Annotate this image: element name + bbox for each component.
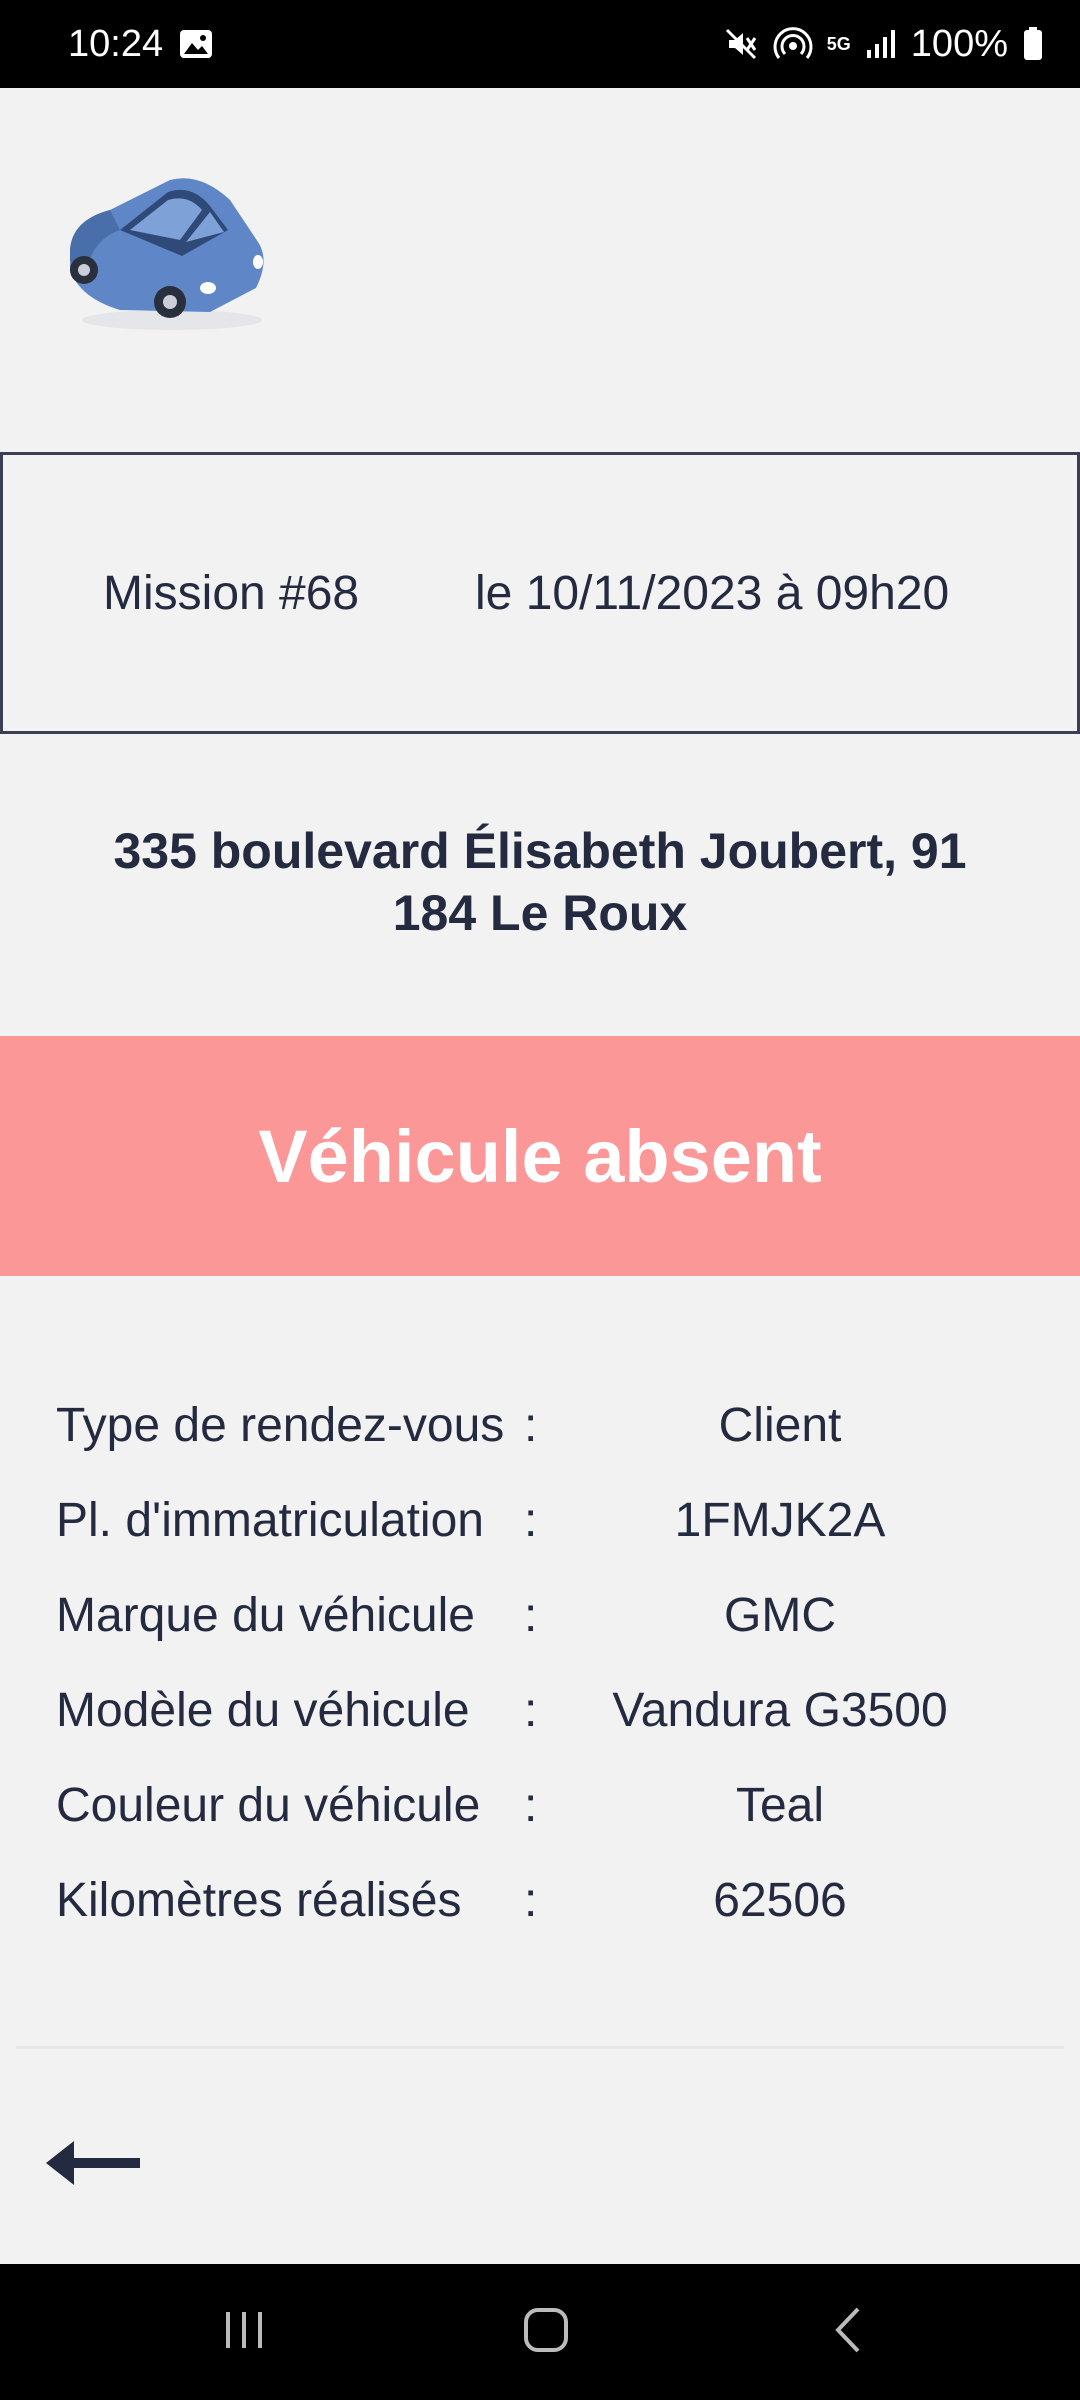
detail-separator: : xyxy=(524,1779,538,1832)
vehicle-status-label: Véhicule absent xyxy=(258,1114,822,1198)
mute-icon xyxy=(723,26,759,62)
footer-divider xyxy=(16,2046,1064,2049)
battery-icon xyxy=(1022,26,1044,62)
detail-separator: : xyxy=(524,1684,538,1737)
recent-apps-button[interactable] xyxy=(204,2302,284,2362)
detail-separator: : xyxy=(524,1874,538,1927)
back-button[interactable] xyxy=(44,2130,154,2200)
battery-percent: 100% xyxy=(910,22,1008,65)
detail-row-appointment-type: Type de rendez-vous : Client xyxy=(0,1378,1080,1473)
detail-separator: : xyxy=(524,1399,538,1452)
detail-value: GMC xyxy=(724,1589,836,1642)
mission-header: Mission #68 le 10/11/2023 à 09h20 xyxy=(0,452,1080,734)
detail-value: Client xyxy=(718,1399,842,1452)
detail-label: Kilomètres réalisés xyxy=(56,1874,462,1927)
hotspot-icon xyxy=(773,26,813,62)
detail-value: 1FMJK2A xyxy=(674,1494,886,1547)
status-left: 10:24 xyxy=(68,23,213,66)
detail-separator: : xyxy=(524,1589,538,1642)
vehicle-status-banner: Véhicule absent xyxy=(0,1036,1080,1276)
detail-row-mileage: Kilomètres réalisés : 62506 xyxy=(0,1853,1080,1948)
detail-row-license-plate: Pl. d'immatriculation : 1FMJK2A xyxy=(0,1473,1080,1568)
system-navigation-bar xyxy=(0,2264,1080,2400)
signal-icon xyxy=(865,28,897,60)
back-icon xyxy=(828,2305,868,2360)
back-arrow-icon xyxy=(44,2133,144,2198)
detail-value: Teal xyxy=(735,1779,825,1832)
mission-number: Mission #68 xyxy=(103,566,360,620)
home-icon xyxy=(522,2306,570,2359)
detail-label: Pl. d'immatriculation xyxy=(56,1494,484,1547)
detail-row-vehicle-color: Couleur du véhicule : Teal xyxy=(0,1758,1080,1853)
detail-separator: : xyxy=(524,1494,538,1547)
recent-apps-icon xyxy=(220,2308,268,2357)
mission-date: le 10/11/2023 à 09h20 xyxy=(475,566,950,620)
status-time: 10:24 xyxy=(68,22,164,65)
status-right: 5G 100% xyxy=(723,23,1044,66)
detail-label: Marque du véhicule xyxy=(56,1589,475,1642)
status-bar: 10:24 5G 100% xyxy=(0,0,1080,88)
detail-value: Vandura G3500 xyxy=(612,1684,948,1737)
network-type: 5G xyxy=(826,34,851,54)
home-button[interactable] xyxy=(506,2302,586,2362)
mission-address: 335 boulevard Élisabeth Joubert, 91 184 … xyxy=(113,823,967,941)
detail-label: Type de rendez-vous xyxy=(56,1399,505,1452)
detail-row-vehicle-brand: Marque du véhicule : GMC xyxy=(0,1568,1080,1663)
detail-label: Modèle du véhicule xyxy=(56,1684,470,1737)
detail-label: Couleur du véhicule xyxy=(56,1779,481,1832)
system-back-button[interactable] xyxy=(808,2302,888,2362)
gallery-icon xyxy=(179,28,213,60)
detail-value: 62506 xyxy=(713,1874,847,1927)
vehicle-details: Type de rendez-vous : Client Pl. d'immat… xyxy=(0,1378,1080,1948)
car-icon xyxy=(60,170,280,340)
detail-row-vehicle-model: Modèle du véhicule : Vandura G3500 xyxy=(0,1663,1080,1758)
5g-icon: 5G xyxy=(826,34,851,54)
